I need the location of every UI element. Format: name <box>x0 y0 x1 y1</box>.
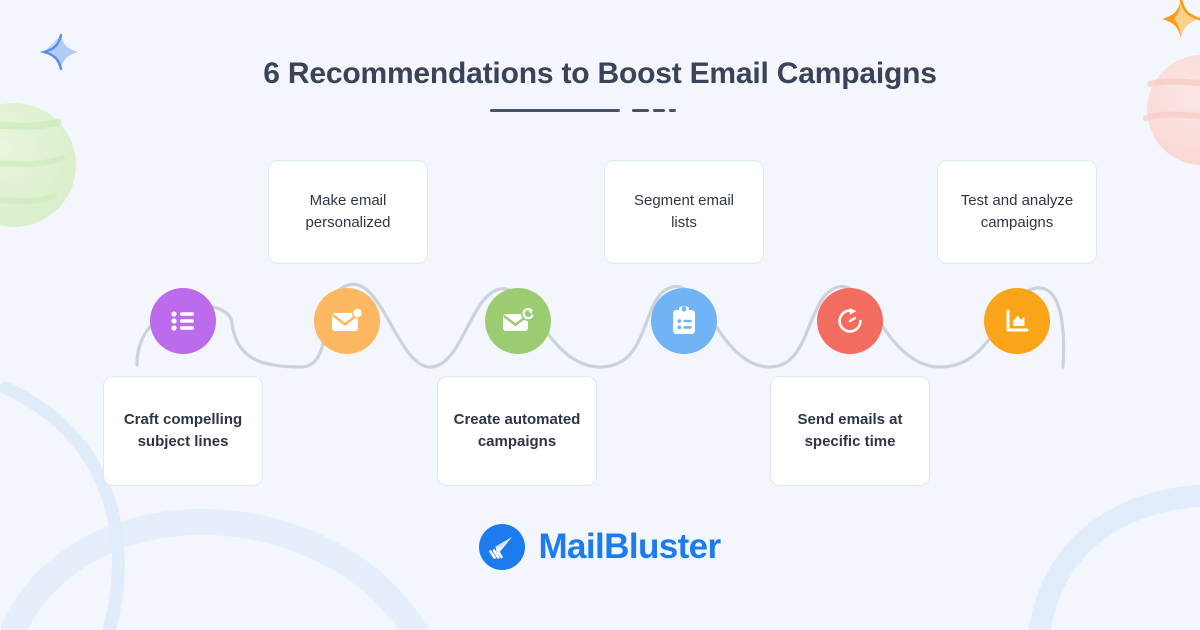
step-card-label: Test and analyze campaigns <box>960 192 1074 231</box>
timeline-node-3[interactable] <box>485 288 551 354</box>
area-chart-icon <box>1006 309 1029 332</box>
step-card-label: Segment email lists <box>633 192 735 231</box>
timer-icon <box>838 308 862 333</box>
timeline-node-1[interactable] <box>150 288 216 354</box>
envelope-notification-icon <box>332 307 364 331</box>
step-card-label: Create automated campaigns <box>453 411 581 450</box>
brand-name: MailBluster <box>538 527 721 566</box>
mailbluster-paper-plane-icon <box>479 524 526 570</box>
step-card-label: Send emails at specific time <box>797 411 903 450</box>
step-card-1[interactable]: Craft compelling subject lines <box>103 376 263 486</box>
brand-logo[interactable]: MailBluster <box>0 524 1200 570</box>
step-card-6[interactable]: Test and analyze campaigns <box>937 160 1097 264</box>
step-card-label: Craft compelling subject lines <box>123 411 243 450</box>
bullet-list-icon <box>171 311 194 331</box>
envelope-automation-icon <box>503 307 535 331</box>
clipboard-list-icon <box>673 306 695 334</box>
timeline-node-6[interactable] <box>984 288 1050 354</box>
step-card-5[interactable]: Send emails at specific time <box>770 376 930 486</box>
step-card-label: Make email personalized <box>305 192 391 231</box>
step-card-2[interactable]: Make email personalized <box>268 160 428 264</box>
timeline-node-2[interactable] <box>314 288 380 354</box>
timeline-node-4[interactable] <box>651 288 717 354</box>
step-card-4[interactable]: Segment email lists <box>604 160 764 264</box>
timeline-node-5[interactable] <box>817 288 883 354</box>
step-card-3[interactable]: Create automated campaigns <box>437 376 597 486</box>
